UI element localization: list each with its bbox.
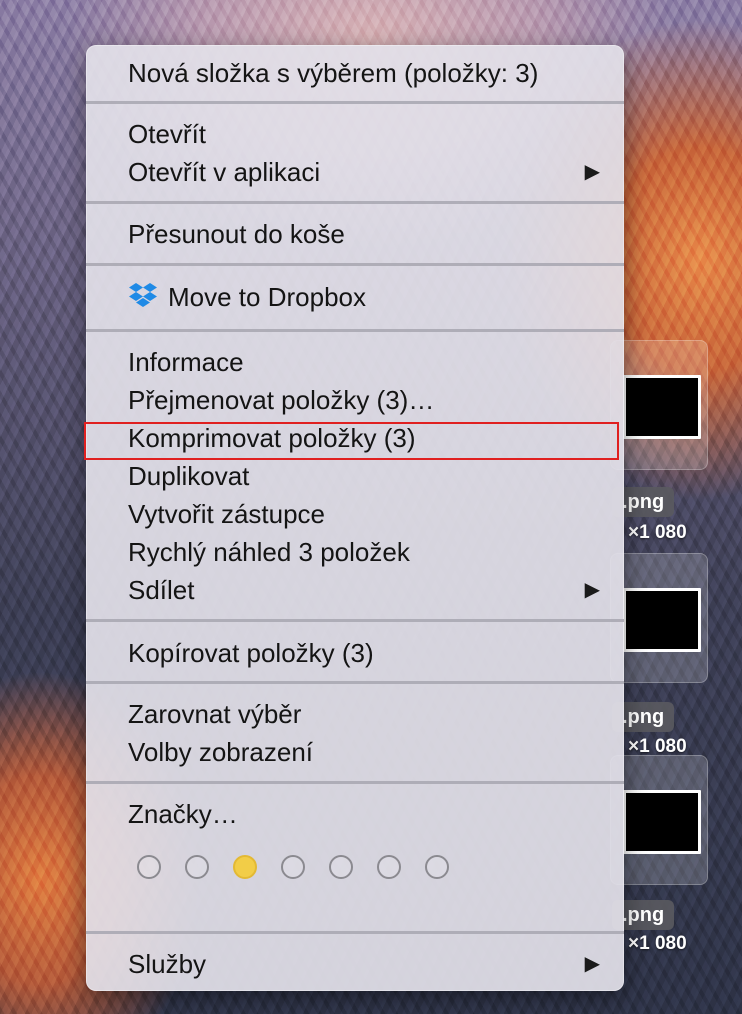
menu-item-copy[interactable]: Kopírovat položky (3) — [86, 634, 624, 672]
file-thumbnail-2[interactable] — [610, 553, 708, 683]
tag-circle-7[interactable] — [425, 855, 449, 879]
tag-circle-4[interactable] — [281, 855, 305, 879]
tag-circle-2[interactable] — [185, 855, 209, 879]
menu-item-move-to-trash[interactable]: Přesunout do koše — [86, 215, 624, 253]
menu-separator — [86, 329, 624, 332]
tag-circle-6[interactable] — [377, 855, 401, 879]
submenu-arrow-icon: ▶ — [584, 161, 600, 183]
menu-item-move-to-dropbox[interactable]: Move to Dropbox — [86, 278, 624, 316]
menu-item-label: Volby zobrazení — [128, 737, 314, 767]
menu-item-tags[interactable]: Značky… — [86, 795, 624, 833]
submenu-arrow-icon: ▶ — [584, 953, 600, 975]
menu-item-new-folder-with-selection[interactable]: Nová složka s výběrem (položky: 3) — [86, 54, 624, 92]
menu-separator — [86, 101, 624, 104]
image-preview — [623, 790, 701, 854]
menu-item-get-info[interactable]: Informace — [86, 343, 624, 381]
submenu-arrow-icon: ▶ — [584, 579, 600, 601]
menu-separator — [86, 781, 624, 784]
menu-item-rename[interactable]: Přejmenovat položky (3)… — [86, 381, 624, 419]
file-dimensions-1: ×1 080 — [628, 522, 687, 543]
menu-item-make-alias[interactable]: Vytvořit zástupce — [86, 495, 624, 533]
menu-item-label: Služby — [128, 949, 207, 979]
menu-separator — [86, 263, 624, 266]
file-thumbnail-1[interactable] — [610, 340, 708, 470]
menu-item-label: Přesunout do koše — [128, 219, 345, 249]
menu-separator — [86, 681, 624, 684]
menu-item-label: Otevřít — [128, 119, 207, 149]
menu-item-duplicate[interactable]: Duplikovat — [86, 457, 624, 495]
menu-item-label: Duplikovat — [128, 461, 250, 491]
tag-circle-1[interactable] — [137, 855, 161, 879]
menu-item-label: Vytvořit zástupce — [128, 499, 326, 529]
menu-item-view-options[interactable]: Volby zobrazení — [86, 733, 624, 771]
menu-item-open[interactable]: Otevřít — [86, 115, 624, 153]
menu-item-label: Sdílet — [128, 575, 195, 605]
menu-item-open-with[interactable]: Otevřít v aplikaci ▶ — [86, 153, 624, 191]
dropbox-icon — [129, 283, 157, 307]
image-preview — [623, 588, 701, 652]
file-thumbnail-3[interactable] — [610, 755, 708, 885]
menu-item-label: Nová složka s výběrem (položky: 3) — [128, 58, 539, 88]
menu-item-share[interactable]: Sdílet ▶ — [86, 571, 624, 609]
menu-item-label: Rychlý náhled 3 položek — [128, 537, 410, 567]
tag-circle-5[interactable] — [329, 855, 353, 879]
menu-separator — [86, 619, 624, 622]
menu-item-label: Otevřít v aplikaci — [128, 157, 321, 187]
menu-separator — [86, 931, 624, 934]
menu-item-label: Kopírovat položky (3) — [128, 638, 374, 668]
menu-item-quick-look[interactable]: Rychlý náhled 3 položek — [86, 533, 624, 571]
menu-separator — [86, 201, 624, 204]
menu-item-clean-up-selection[interactable]: Zarovnat výběr — [86, 695, 624, 733]
menu-item-label: Move to Dropbox — [168, 282, 366, 312]
menu-item-label: Přejmenovat položky (3)… — [128, 385, 435, 415]
menu-item-services[interactable]: Služby ▶ — [86, 945, 624, 983]
file-dimensions-3: ×1 080 — [628, 933, 687, 954]
highlight-annotation — [84, 422, 619, 460]
menu-item-label: Informace — [128, 347, 244, 377]
menu-item-label: Zarovnat výběr — [128, 699, 302, 729]
menu-item-label: Značky… — [128, 799, 238, 829]
context-menu: Nová složka s výběrem (položky: 3) Otevř… — [86, 45, 624, 991]
tag-circle-yellow[interactable] — [233, 855, 257, 879]
image-preview — [623, 375, 701, 439]
